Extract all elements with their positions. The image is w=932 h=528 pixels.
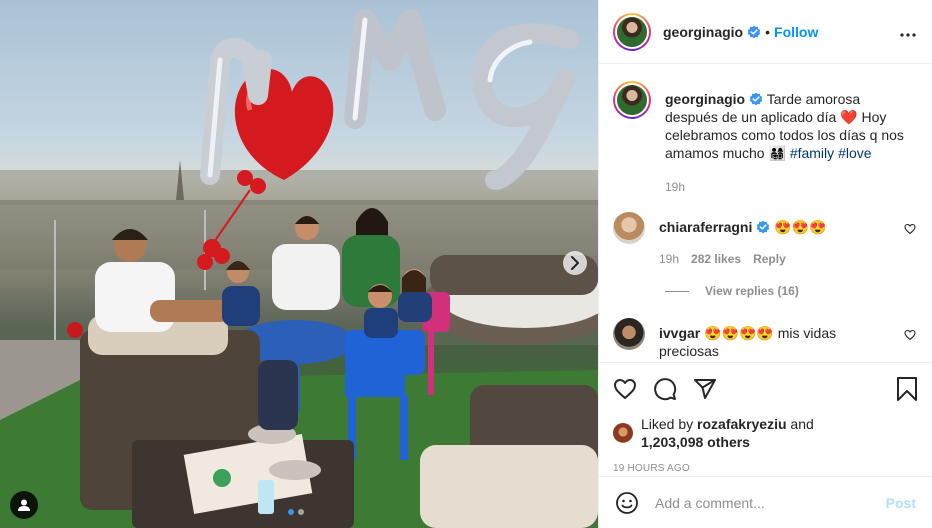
like-comment-button[interactable] bbox=[904, 222, 916, 268]
liked-by-prefix: Liked by bbox=[641, 416, 694, 432]
post-photo bbox=[0, 9, 598, 528]
view-replies-label: View replies (16) bbox=[705, 284, 799, 298]
heart-icon bbox=[904, 329, 916, 341]
comment-item: ivvgar 😍😍😍😍 mis vidas preciosas bbox=[613, 318, 916, 360]
likes-count[interactable]: 1,203,098 others bbox=[641, 434, 750, 450]
hashtag-family[interactable]: #family bbox=[790, 145, 834, 161]
verified-badge-icon bbox=[747, 25, 761, 38]
post-header: georginagio • Follow bbox=[599, 0, 932, 64]
follow-button[interactable]: Follow bbox=[774, 24, 818, 40]
bookmark-icon bbox=[897, 377, 917, 401]
emoji-button[interactable] bbox=[615, 491, 639, 515]
liker-avatar[interactable] bbox=[613, 423, 633, 443]
post-timestamp[interactable]: 19 HOURS AGO bbox=[613, 463, 918, 474]
like-button[interactable] bbox=[613, 377, 637, 401]
commenter-avatar[interactable] bbox=[613, 318, 645, 350]
commenter-avatar[interactable] bbox=[613, 212, 645, 244]
commenter-username[interactable]: ivvgar bbox=[659, 325, 700, 341]
user-tag-icon bbox=[18, 499, 30, 511]
comment-text: 😍😍😍 bbox=[774, 219, 827, 235]
heart-icon bbox=[614, 379, 636, 399]
hashtag-love[interactable]: #love bbox=[838, 145, 871, 161]
commenter-username[interactable]: chiaraferragni bbox=[659, 219, 752, 235]
carousel-indicator bbox=[288, 509, 304, 515]
caption-avatar[interactable] bbox=[613, 81, 651, 119]
post-side-panel: georginagio • Follow georginagio Tarde a… bbox=[598, 0, 932, 528]
comment-likes[interactable]: 282 likes bbox=[691, 250, 741, 268]
add-comment-bar: Post bbox=[599, 476, 932, 528]
author-avatar[interactable] bbox=[613, 12, 651, 51]
share-icon bbox=[694, 379, 716, 399]
liked-by-and: and bbox=[790, 416, 814, 432]
emoji-icon bbox=[616, 491, 638, 514]
post-media[interactable] bbox=[0, 0, 598, 528]
share-button[interactable] bbox=[693, 377, 717, 401]
tagged-users-button[interactable] bbox=[10, 491, 38, 519]
like-comment-button[interactable] bbox=[904, 328, 916, 360]
comment-time[interactable]: 19h bbox=[659, 250, 679, 268]
comment-item: chiaraferragni 😍😍😍 19h 282 likes Reply bbox=[613, 212, 916, 268]
caption-username[interactable]: georginagio bbox=[665, 91, 745, 107]
post-actions: Liked by rozafakryeziu and 1,203,098 oth… bbox=[599, 362, 932, 474]
save-button[interactable] bbox=[896, 377, 918, 401]
heart-icon bbox=[904, 223, 916, 235]
next-photo-button[interactable] bbox=[563, 251, 587, 275]
view-replies-button[interactable]: View replies (16) bbox=[665, 284, 916, 298]
author-username[interactable]: georginagio bbox=[663, 24, 743, 40]
header-separator: • bbox=[765, 23, 771, 40]
chevron-right-icon bbox=[571, 256, 579, 270]
post-comment-button[interactable]: Post bbox=[886, 495, 916, 511]
more-options-button[interactable] bbox=[900, 24, 916, 40]
verified-badge-icon bbox=[757, 220, 770, 234]
carousel-dot bbox=[298, 509, 304, 515]
likes-summary: Liked by rozafakryeziu and 1,203,098 oth… bbox=[613, 415, 918, 451]
caption: georginagio Tarde amorosa después de un … bbox=[613, 81, 916, 196]
liker-username[interactable]: rozafakryeziu bbox=[697, 416, 786, 432]
comment-icon bbox=[654, 378, 677, 401]
comments-list[interactable]: georginagio Tarde amorosa después de un … bbox=[599, 65, 932, 361]
carousel-dot-active bbox=[288, 509, 294, 515]
comment-button[interactable] bbox=[653, 377, 677, 401]
reply-button[interactable]: Reply bbox=[753, 250, 786, 268]
comment-input[interactable] bbox=[655, 494, 870, 511]
verified-badge-icon bbox=[749, 92, 763, 106]
caption-time[interactable]: 19h bbox=[665, 178, 685, 196]
more-options-icon bbox=[900, 32, 916, 37]
